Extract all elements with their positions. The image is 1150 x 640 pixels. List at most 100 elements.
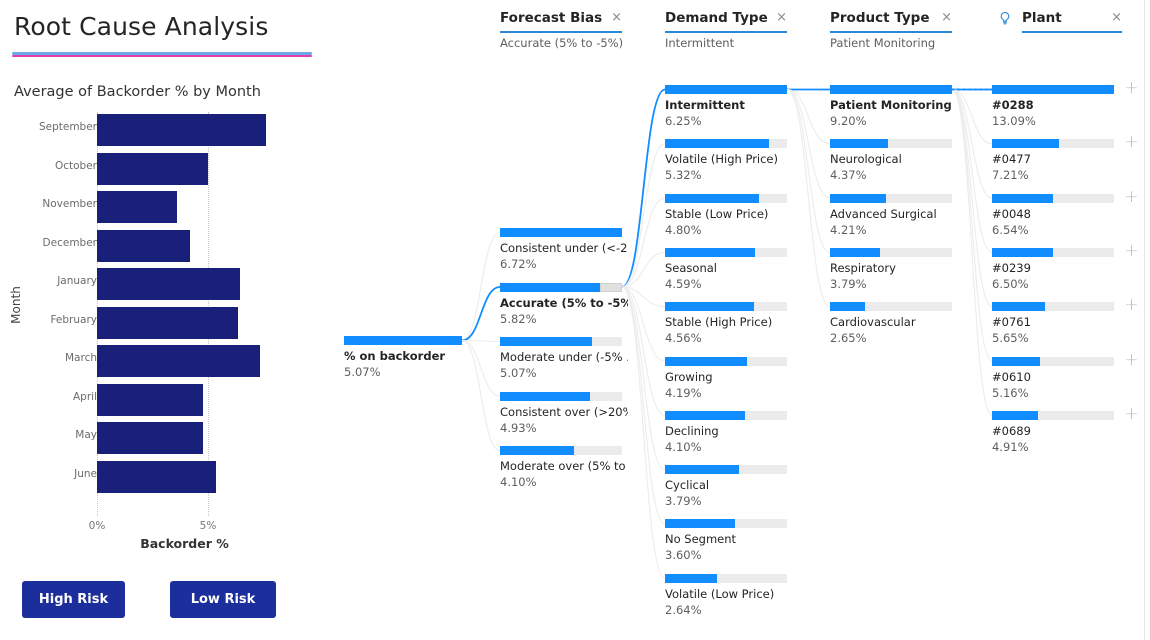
high-risk-button[interactable]: High Risk xyxy=(22,581,125,618)
tree-node[interactable]: Neurological 4.37% xyxy=(830,139,978,183)
tree-node-bar-fill xyxy=(992,85,1114,94)
bar-row[interactable]: October xyxy=(0,151,330,190)
expand-node-button[interactable]: + xyxy=(1124,405,1139,422)
tree-node-label: #0288 xyxy=(992,98,1034,112)
bar-row[interactable]: September xyxy=(0,112,330,151)
tree-node-value: 9.20% xyxy=(830,114,867,128)
tree-node-value: 4.19% xyxy=(665,385,702,400)
filter-selected-value: Accurate (5% to -5%) xyxy=(500,36,624,50)
filter-selected-value: Intermittent xyxy=(665,36,735,50)
expand-node-button[interactable]: + xyxy=(1124,242,1139,259)
tree-node[interactable]: Patient Monitoring 9.20% xyxy=(830,85,978,129)
tree-node-label: #0689 xyxy=(992,423,1031,438)
bar[interactable] xyxy=(97,229,191,262)
bar[interactable] xyxy=(97,114,267,146)
tree-node-bar-fill xyxy=(830,139,888,149)
tree-connector xyxy=(461,339,501,452)
tree-node[interactable]: Consistent under (<-2... 6.72% xyxy=(500,228,648,272)
tree-node[interactable]: Stable (High Price) 4.56% xyxy=(665,302,813,346)
tree-node-label: #0048 xyxy=(992,206,1031,221)
bar[interactable] xyxy=(97,345,261,377)
tree-node-label: Respiratory xyxy=(830,260,896,275)
tree-node[interactable]: + #0689 4.91% xyxy=(992,405,1140,455)
filter-close-icon[interactable]: × xyxy=(611,11,622,25)
tree-node-selection-handle[interactable] xyxy=(600,282,622,292)
tree-node[interactable]: No Segment 3.60% xyxy=(665,519,813,563)
filter-header-demand-type[interactable]: Demand Type × Intermittent xyxy=(665,10,787,50)
filter-close-icon[interactable]: × xyxy=(776,11,787,25)
bar[interactable] xyxy=(97,306,238,339)
tree-node[interactable]: Respiratory 3.79% xyxy=(830,247,978,292)
expand-node-button[interactable]: + xyxy=(1124,134,1139,151)
tree-node-bar-fill xyxy=(500,282,606,292)
filter-header-forecast-bias[interactable]: Forecast Bias × Accurate (5% to -5%) xyxy=(500,10,624,50)
tree-node-value: 5.82% xyxy=(500,311,537,326)
tree-node-value: 4.91% xyxy=(992,439,1029,454)
bar[interactable] xyxy=(97,152,208,185)
tree-node-label: #0610 xyxy=(992,369,1031,384)
bar[interactable] xyxy=(97,268,240,300)
tree-node[interactable]: Accurate (5% to -5%) 5.82% xyxy=(500,282,648,327)
tree-node-bar-fill xyxy=(830,85,952,94)
decomposition-tree[interactable]: Forecast Bias × Accurate (5% to -5%) Demand… xyxy=(330,0,1150,640)
x-axis-title: Backorder % xyxy=(140,536,229,551)
tree-node[interactable]: Stable (Low Price) 4.80% xyxy=(665,193,813,238)
tree-node[interactable]: Seasonal 4.59% xyxy=(665,247,813,292)
title-divider-magenta xyxy=(12,55,312,57)
tree-node-bar-fill xyxy=(665,139,769,149)
filter-header-underline xyxy=(500,31,622,33)
tree-root-node[interactable]: % on backorder 5.07% xyxy=(344,336,462,380)
bar-row[interactable]: June xyxy=(0,459,330,498)
tree-node[interactable]: Moderate over (5% to ... 4.10% xyxy=(500,446,648,490)
tree-node[interactable]: Growing 4.19% xyxy=(665,356,813,401)
tree-node[interactable]: + #0239 6.50% xyxy=(992,242,1140,292)
tree-node-value: 7.21% xyxy=(992,168,1029,183)
backorder-by-month-bar-chart[interactable]: Month September October November December Ja… xyxy=(0,112,330,551)
tree-node[interactable]: Moderate under (-5% ... 5.07% xyxy=(500,337,648,381)
tree-node-bar-fill xyxy=(665,247,755,257)
tree-node[interactable]: Cyclical 3.79% xyxy=(665,465,813,509)
bar-category-label: September xyxy=(38,121,97,133)
lightbulb-icon xyxy=(997,11,1013,27)
bar-row[interactable]: January xyxy=(0,266,330,305)
filter-header-title: Forecast Bias xyxy=(500,10,603,26)
tree-node[interactable]: + #0610 5.16% xyxy=(992,351,1140,401)
filter-header-product-type[interactable]: Product Type × Patient Monitoring xyxy=(830,10,952,50)
tree-node[interactable]: Volatile (Low Price) 2.64% xyxy=(665,573,813,618)
bar-row[interactable]: April xyxy=(0,382,330,421)
tree-node-label: Declining xyxy=(665,423,719,438)
filter-header-plant[interactable]: Plant × xyxy=(992,10,1122,50)
expand-node-button[interactable]: + xyxy=(1124,188,1139,205)
tree-node[interactable]: Cardiovascular 2.65% xyxy=(830,302,978,346)
title-divider xyxy=(12,52,312,57)
bar[interactable] xyxy=(97,383,203,416)
tree-node[interactable]: + #0048 6.54% xyxy=(992,188,1140,238)
tree-node[interactable]: Volatile (High Price) 5.32% xyxy=(665,139,813,183)
bar[interactable] xyxy=(97,191,177,223)
bar-row[interactable]: March xyxy=(0,343,330,382)
tree-node[interactable]: + #0761 5.65% xyxy=(992,297,1140,346)
expand-node-button[interactable]: + xyxy=(1124,351,1139,368)
tree-node-label: Volatile (Low Price) xyxy=(665,586,775,601)
bar-row[interactable]: November xyxy=(0,189,330,228)
tree-node[interactable]: Advanced Surgical 4.21% xyxy=(830,193,978,238)
bar-row[interactable]: December xyxy=(0,228,330,267)
filter-close-icon[interactable]: × xyxy=(1111,11,1122,25)
expand-node-button[interactable]: + xyxy=(1124,297,1139,314)
tree-node[interactable]: Declining 4.10% xyxy=(665,410,813,455)
low-risk-button[interactable]: Low Risk xyxy=(170,581,276,618)
bar[interactable] xyxy=(97,460,216,493)
tree-node[interactable]: + #0288 13.09% xyxy=(992,80,1140,129)
tree-node-value: 6.25% xyxy=(665,114,702,128)
tree-node[interactable]: Consistent over (>20%) 4.93% xyxy=(500,391,648,436)
bar-row[interactable]: May xyxy=(0,420,330,459)
tree-node-bar-fill xyxy=(992,302,1045,312)
expand-node-button[interactable]: + xyxy=(1124,80,1139,97)
tree-node-bar-fill xyxy=(992,247,1053,257)
tree-connector xyxy=(461,286,501,342)
filter-close-icon[interactable]: × xyxy=(941,11,952,25)
tree-node[interactable]: + #0477 7.21% xyxy=(992,134,1140,183)
bar-row[interactable]: February xyxy=(0,305,330,344)
bar[interactable] xyxy=(97,422,203,454)
tree-node[interactable]: Intermittent 6.25% xyxy=(665,85,813,129)
